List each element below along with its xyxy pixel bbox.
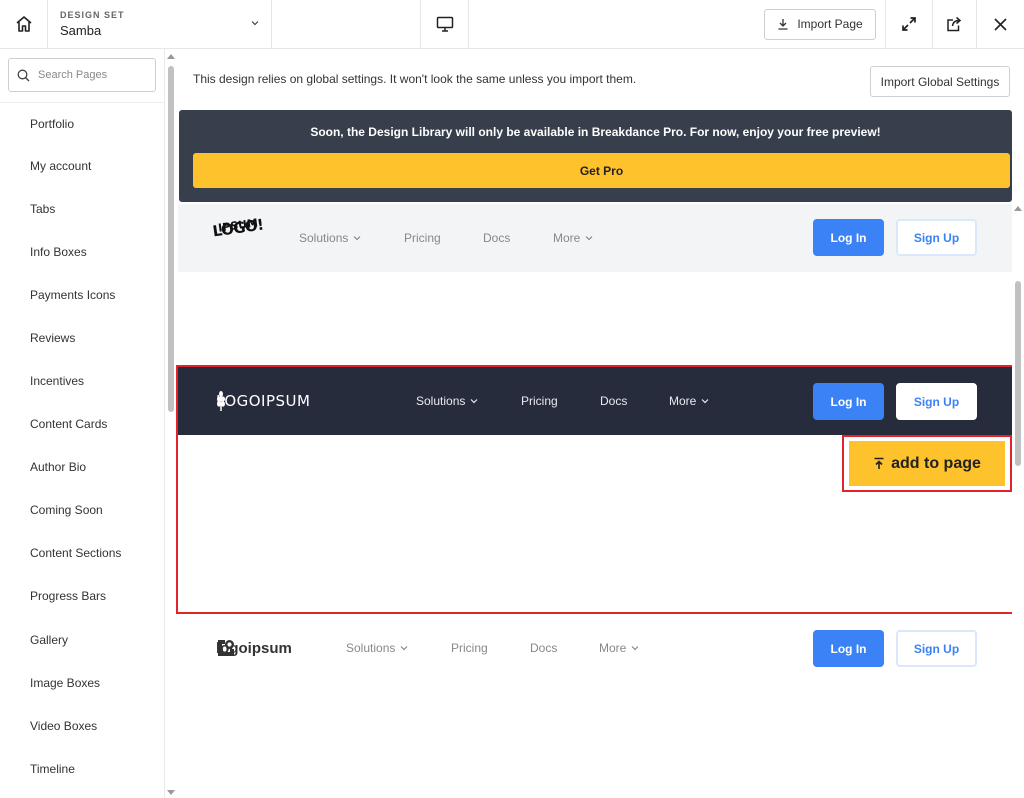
- get-pro-button[interactable]: Get Pro: [193, 153, 1010, 188]
- scroll-down-arrow[interactable]: [167, 790, 175, 795]
- share-icon: [947, 16, 962, 32]
- chevron-down-icon: [251, 21, 259, 26]
- home-button[interactable]: [0, 0, 48, 48]
- add-to-page-button[interactable]: add to page: [849, 441, 1005, 486]
- design-set-selector[interactable]: DESIGN SET Samba: [48, 0, 272, 48]
- sidebar-item-reviews[interactable]: Reviews: [0, 316, 165, 359]
- top-bar: DESIGN SET Samba Import Page: [0, 0, 1024, 49]
- preview-scrollbar[interactable]: [1012, 201, 1024, 798]
- design-preview-list: LOGO! IPSUM Solutions Pricing Docs More …: [176, 202, 1014, 798]
- header-design-3[interactable]: logoipsum Solutions Pricing Docs More Lo…: [178, 614, 1013, 682]
- pro-banner-text: Soon, the Design Library will only be av…: [310, 125, 881, 139]
- sidebar-item-coming-soon[interactable]: Coming Soon: [0, 489, 165, 532]
- sidebar-item-progress-bars[interactable]: Progress Bars: [0, 575, 165, 618]
- chevron-down-icon: [400, 646, 408, 651]
- chevron-down-icon: [631, 646, 639, 651]
- page-sidebar: Portfolio My account Tabs Info Boxes Pay…: [0, 49, 165, 798]
- global-settings-notice: This design relies on global settings. I…: [193, 72, 637, 86]
- add-to-page-label: add to page: [891, 454, 981, 472]
- sidebar-item-portfolio[interactable]: Portfolio: [0, 103, 165, 144]
- logo: LOGO! IPSUM: [211, 215, 265, 241]
- nav-pricing[interactable]: Pricing: [404, 231, 441, 245]
- page-list: Portfolio My account Tabs Info Boxes Pay…: [0, 103, 165, 790]
- nav-docs[interactable]: Docs: [483, 231, 510, 245]
- home-icon: [15, 16, 32, 32]
- desktop-view-button[interactable]: [421, 0, 469, 48]
- preview-panel: This design relies on global settings. I…: [176, 49, 1024, 798]
- download-icon: [778, 19, 788, 30]
- sidebar-item-content-cards[interactable]: Content Cards: [0, 403, 165, 446]
- signup-button[interactable]: Sign Up: [896, 630, 977, 667]
- logo: logoipsum: [216, 639, 292, 657]
- sidebar-item-incentives[interactable]: Incentives: [0, 359, 165, 402]
- search-icon: [17, 69, 30, 81]
- scroll-up-arrow[interactable]: [167, 54, 175, 59]
- desktop-icon: [436, 16, 453, 32]
- signup-button[interactable]: Sign Up: [896, 219, 977, 256]
- close-icon: [994, 17, 1007, 31]
- sidebar-item-video-boxes[interactable]: Video Boxes: [0, 704, 165, 747]
- sidebar-item-content-sections[interactable]: Content Sections: [0, 532, 165, 575]
- sidebar-item-info-boxes[interactable]: Info Boxes: [0, 230, 165, 273]
- import-page-button[interactable]: Import Page: [764, 8, 876, 40]
- search-input[interactable]: [38, 69, 148, 81]
- nav-solutions[interactable]: Solutions: [346, 641, 408, 655]
- sidebar-scroll-thumb[interactable]: [168, 66, 174, 412]
- sidebar-item-author-bio[interactable]: Author Bio: [0, 446, 165, 489]
- expand-icon: [902, 17, 916, 31]
- import-global-settings-button[interactable]: Import Global Settings: [870, 66, 1010, 97]
- nav-pricing[interactable]: Pricing: [451, 641, 488, 655]
- sidebar-item-payments-icons[interactable]: Payments Icons: [0, 273, 165, 316]
- scroll-up-arrow[interactable]: [1014, 206, 1022, 211]
- nav-docs[interactable]: Docs: [530, 641, 557, 655]
- sidebar-item-image-boxes[interactable]: Image Boxes: [0, 661, 165, 704]
- design-set-label: DESIGN SET: [60, 10, 125, 20]
- nav-more[interactable]: More: [553, 231, 593, 245]
- nav-solutions[interactable]: Solutions: [299, 231, 361, 245]
- chevron-down-icon: [353, 236, 361, 241]
- search-box[interactable]: [8, 58, 156, 92]
- open-external-button[interactable]: [933, 0, 977, 48]
- chevron-down-icon: [585, 236, 593, 241]
- pro-banner: Soon, the Design Library will only be av…: [179, 110, 1012, 202]
- login-button[interactable]: Log In: [813, 630, 884, 667]
- design-set-value: Samba: [60, 23, 102, 38]
- upload-icon: [874, 457, 884, 469]
- sidebar-item-timeline[interactable]: Timeline: [0, 747, 165, 790]
- add-to-page-highlight: add to page: [842, 435, 1012, 492]
- sidebar-item-my-account[interactable]: My account: [0, 144, 165, 187]
- header-design-1[interactable]: LOGO! IPSUM Solutions Pricing Docs More …: [178, 204, 1013, 272]
- sidebar-item-gallery[interactable]: Gallery: [0, 618, 165, 661]
- sidebar-item-tabs[interactable]: Tabs: [0, 187, 165, 230]
- expand-button[interactable]: [886, 0, 933, 48]
- nav-more[interactable]: More: [599, 641, 639, 655]
- close-button[interactable]: [977, 0, 1024, 48]
- import-page-label: Import Page: [797, 17, 863, 31]
- login-button[interactable]: Log In: [813, 219, 884, 256]
- import-page-cell: Import Page: [755, 0, 886, 48]
- preview-scroll-thumb[interactable]: [1015, 281, 1021, 466]
- toolbar-spacer: [272, 0, 421, 48]
